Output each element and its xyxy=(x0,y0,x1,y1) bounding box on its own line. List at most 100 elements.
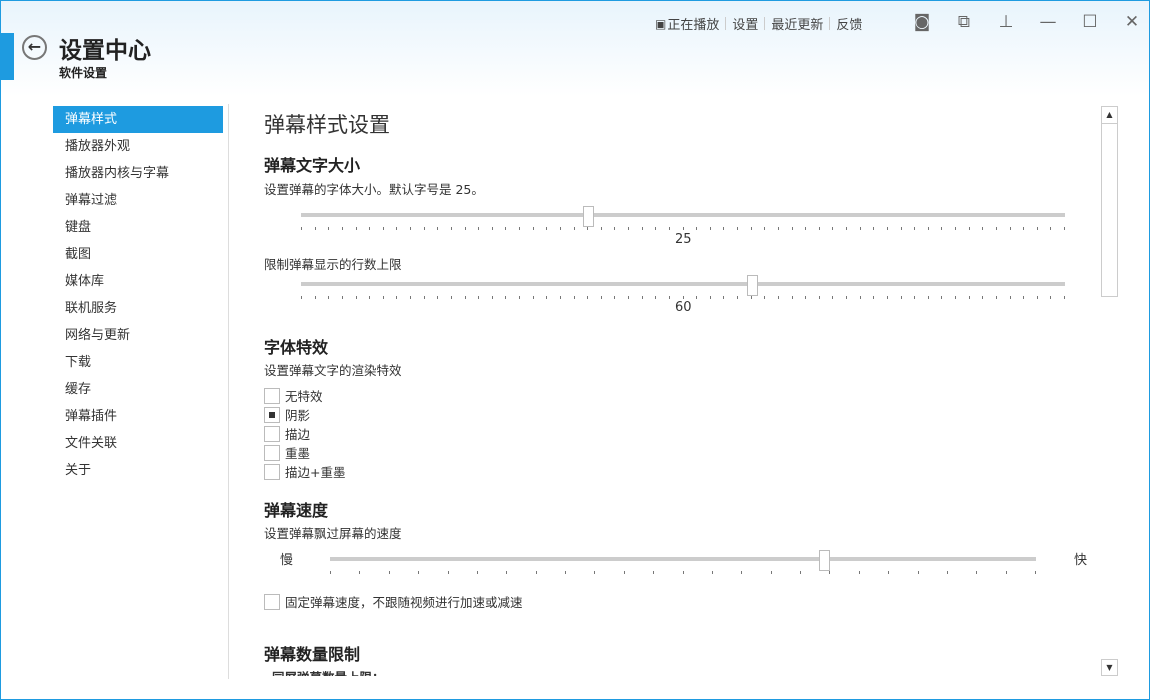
tick xyxy=(535,571,537,574)
nav-settings[interactable]: 设置 xyxy=(732,14,758,33)
tick xyxy=(491,227,493,230)
tick xyxy=(341,296,343,299)
tick xyxy=(614,227,616,230)
tick xyxy=(886,227,888,230)
sidebar-item[interactable]: 键盘 xyxy=(53,214,223,241)
nav-feedback[interactable]: 反馈 xyxy=(836,14,862,33)
tick xyxy=(859,227,861,230)
checkbox[interactable] xyxy=(264,463,280,480)
tick xyxy=(423,227,425,230)
tick xyxy=(886,296,888,299)
tick xyxy=(464,227,466,230)
slider-ticks xyxy=(301,227,1065,231)
tick xyxy=(818,296,820,299)
tick xyxy=(968,296,970,299)
sidebar-item[interactable]: 网络与更新 xyxy=(53,322,223,349)
tick xyxy=(737,296,738,299)
checkbox[interactable] xyxy=(264,387,280,404)
sidebar-item[interactable]: 文件关联 xyxy=(53,430,223,457)
tick xyxy=(328,227,330,230)
tick xyxy=(396,227,398,230)
sidebar-item[interactable]: 截图 xyxy=(53,241,223,268)
effect-label: 无特效 xyxy=(285,389,323,404)
sidebar-item[interactable]: 缓存 xyxy=(53,376,223,403)
slider-thumb[interactable] xyxy=(746,275,758,296)
speed-slow-label: 慢 xyxy=(280,553,294,568)
tick xyxy=(668,296,670,299)
tick xyxy=(330,571,331,574)
sidebar-item[interactable]: 媒体库 xyxy=(53,268,223,295)
nav-now-playing[interactable]: 正在播放 xyxy=(667,14,719,33)
tick xyxy=(478,296,480,299)
effect-option[interactable]: 重墨 xyxy=(264,443,310,462)
back-icon[interactable]: ← xyxy=(22,35,47,60)
tick xyxy=(846,227,847,230)
fixed-speed-checkbox[interactable]: 固定弹幕速度，不跟随视频进行加速或减速 xyxy=(264,592,523,611)
slider-track xyxy=(330,557,1036,561)
speed-fast-label: 快 xyxy=(1074,553,1088,568)
tick xyxy=(914,227,916,230)
tick xyxy=(711,571,713,574)
sidebar-item[interactable]: 播放器内核与字幕 xyxy=(53,160,223,187)
maximize-icon[interactable]: ☐ xyxy=(1069,9,1111,35)
checkbox[interactable] xyxy=(264,444,280,461)
scroll-up-icon[interactable]: ▲ xyxy=(1102,107,1117,124)
tick xyxy=(559,296,561,299)
effect-option[interactable]: 描边 xyxy=(264,424,310,443)
header: ← 设置中心 软件设置 ▣ 正在播放 设置 最近更新 反馈 ◙ ⧉ ⊥ — ☐ … xyxy=(1,1,1149,96)
page-title: 设置中心 xyxy=(59,38,151,64)
tick xyxy=(888,571,890,574)
tick xyxy=(388,571,390,574)
tick xyxy=(450,227,452,230)
minimize-icon[interactable]: — xyxy=(1027,9,1069,35)
font-size-desc: 设置弹幕的字体大小。默认字号是 25。 xyxy=(264,182,484,197)
checkbox[interactable] xyxy=(264,425,280,442)
rows-label: 限制弹幕显示的行数上限 xyxy=(264,257,402,272)
mini-mode-icon[interactable]: ⧉ xyxy=(943,9,985,35)
scrollbar[interactable]: ▲ xyxy=(1101,106,1118,297)
sidebar-item[interactable]: 播放器外观 xyxy=(53,133,223,160)
tick xyxy=(491,296,493,299)
close-icon[interactable]: ✕ xyxy=(1111,9,1150,35)
tick xyxy=(355,296,357,299)
fixed-speed-label: 固定弹幕速度，不跟随视频进行加速或减速 xyxy=(285,595,523,610)
sidebar-item[interactable]: 关于 xyxy=(53,457,223,484)
divider xyxy=(228,104,229,679)
camera-icon[interactable]: ◙ xyxy=(901,9,943,35)
sidebar-item[interactable]: 联机服务 xyxy=(53,295,223,322)
sidebar-item[interactable]: 弹幕过滤 xyxy=(53,187,223,214)
scroll-down-icon[interactable]: ▼ xyxy=(1101,659,1118,676)
slider-ticks xyxy=(330,571,1036,575)
tick xyxy=(927,296,929,299)
speed-slider[interactable] xyxy=(330,550,1036,581)
tick xyxy=(369,227,371,230)
tick xyxy=(600,296,602,299)
pin-icon[interactable]: ⊥ xyxy=(985,9,1027,35)
slider-thumb[interactable] xyxy=(582,206,594,227)
tick xyxy=(641,227,643,230)
effect-option[interactable]: 阴影 xyxy=(264,405,310,424)
tick xyxy=(587,296,589,299)
tick xyxy=(946,571,948,574)
tick xyxy=(546,296,548,299)
nav-updates[interactable]: 最近更新 xyxy=(771,14,823,33)
effect-option[interactable]: 描边+重墨 xyxy=(264,462,345,481)
effect-option[interactable]: 无特效 xyxy=(264,386,323,405)
sidebar-item[interactable]: 下载 xyxy=(53,349,223,376)
tick xyxy=(696,227,698,230)
sidebar-item[interactable]: 弹幕插件 xyxy=(53,403,223,430)
tick xyxy=(369,296,371,299)
tick xyxy=(628,296,629,299)
tick xyxy=(791,296,793,299)
slider-track xyxy=(301,282,1065,286)
tick xyxy=(478,227,480,230)
slider-thumb[interactable] xyxy=(819,550,831,571)
tick xyxy=(447,571,449,574)
effect-label: 描边+重墨 xyxy=(285,465,346,480)
tick xyxy=(723,296,725,299)
checkbox[interactable] xyxy=(264,406,280,423)
tick xyxy=(1064,296,1065,299)
tick xyxy=(328,296,330,299)
tick xyxy=(600,227,602,230)
sidebar-item[interactable]: 弹幕样式 xyxy=(53,106,223,133)
